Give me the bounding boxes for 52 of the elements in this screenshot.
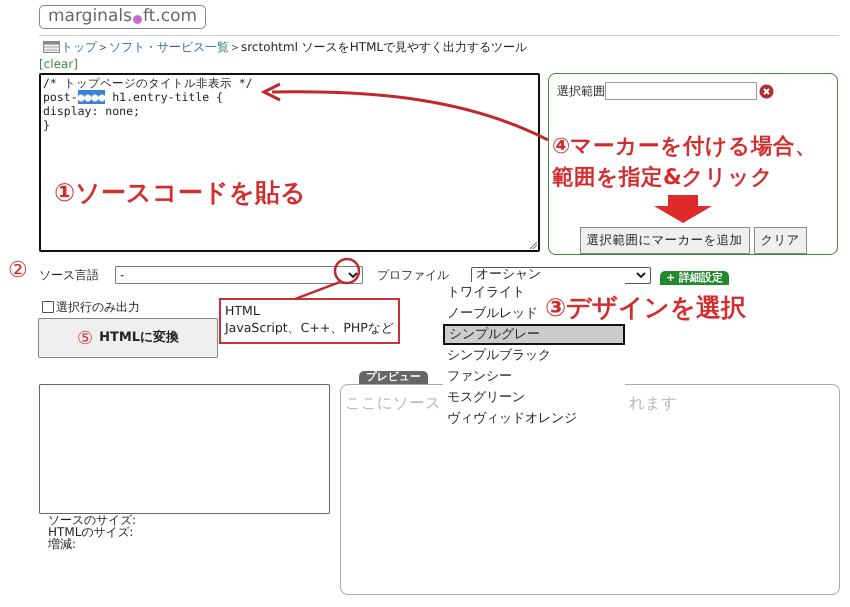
resize-handle-icon[interactable]	[530, 242, 537, 249]
code-line: }	[43, 118, 51, 132]
profile-label: プロファイル	[377, 267, 449, 284]
dropdown-option[interactable]: モスグリーン	[443, 387, 527, 408]
code-line: post-●●●● h1.entry-title {	[43, 90, 224, 104]
logo-text: marginals	[48, 5, 132, 28]
down-arrow	[654, 195, 712, 223]
stat-label: ソースのサイズ:	[48, 514, 138, 526]
placeholder-text: れます	[629, 393, 677, 413]
dropdown-option[interactable]: ファンシー	[443, 366, 514, 387]
placeholder-text: ここにソース	[345, 393, 441, 413]
dropdown-option[interactable]: トワイライト	[443, 282, 527, 303]
logo-dot-icon	[132, 14, 142, 24]
clear-button[interactable]: クリア	[754, 227, 806, 254]
breadcrumb-link[interactable]: ソフト・サービス一覧	[109, 38, 229, 56]
annotation-text: ③デザインを選択	[545, 292, 746, 324]
dropdown-option[interactable]: ヴィヴィッドオレンジ	[443, 408, 579, 429]
dropdown-option[interactable]: シンプルブラック	[443, 345, 553, 366]
chevron-down-icon	[348, 272, 358, 278]
dropdown-option[interactable]: シンプルグレー	[443, 324, 625, 345]
dropdown-option[interactable]: ノーブルレッド	[443, 303, 540, 324]
annotation-text: ④マーカーを付ける場合、 範囲を指定&クリック	[552, 133, 818, 192]
annotation-text: ①ソースコードを貼る	[54, 177, 306, 209]
source-language-label: ソース言語	[39, 267, 99, 284]
advanced-settings-button[interactable]: + 詳細設定	[660, 271, 730, 285]
checkbox[interactable]	[42, 301, 54, 313]
list-icon	[43, 41, 60, 53]
highlight-circle	[334, 258, 360, 284]
output-field[interactable]	[39, 384, 330, 514]
range-input-field[interactable]	[605, 82, 757, 100]
breadcrumb-separator: ＞	[97, 39, 109, 56]
breadcrumb-separator: ＞	[229, 39, 241, 56]
chevron-down-icon	[636, 272, 646, 278]
page-title: srctohtml ソースをHTMLで見やすく出力するツール	[241, 39, 528, 56]
breadcrumb-link[interactable]: トップ	[61, 38, 97, 56]
step-number: ②	[8, 260, 28, 282]
callout-text: HTML	[225, 302, 261, 319]
checkbox-label: 選択行のみ出力	[56, 299, 140, 316]
leader-line	[294, 280, 340, 300]
stat-label: HTMLのサイズ:	[48, 526, 134, 538]
site-logo[interactable]: marginals ft.com	[39, 5, 206, 29]
callout-text: JavaScript、C++、PHPなど	[225, 319, 394, 336]
clear-link[interactable]: [clear]	[39, 58, 78, 70]
code-line: /* トップページのタイトル非表示 */	[43, 76, 254, 90]
close-icon[interactable]	[759, 84, 774, 98]
code-line: display: none;	[43, 104, 141, 118]
stat-label: 増減:	[48, 538, 78, 550]
add-marker-button[interactable]: 選択範囲にマーカーを追加	[580, 227, 750, 254]
range-label: 選択範囲	[557, 83, 605, 100]
convert-button[interactable]: ⑤ HTMLに変換	[38, 318, 218, 358]
language-select[interactable]: -	[115, 266, 363, 284]
logo-text: ft.com	[142, 5, 198, 28]
